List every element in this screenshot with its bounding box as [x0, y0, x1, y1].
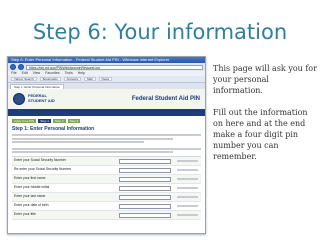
agency-line: STUDENT AID [28, 98, 55, 103]
help-text [177, 178, 198, 180]
menu-help[interactable]: Help [78, 71, 85, 76]
address-bar: https://pin.ed.gov/PINWebApp/pinRequest.… [8, 63, 205, 71]
menu-view[interactable]: View [33, 71, 41, 76]
form-label: Enter your last name [14, 194, 46, 199]
title-input[interactable] [119, 212, 171, 218]
toolbar-mail[interactable]: Mail [84, 77, 96, 81]
help-text [177, 214, 198, 216]
toolbar-bookmarks[interactable]: Bookmarks [39, 77, 61, 81]
note-paragraph: This page will ask you for your personal… [213, 64, 317, 95]
form-row: Enter your Social Security Number [12, 157, 201, 166]
date-of-birth-input[interactable] [119, 203, 171, 209]
form-label: Enter your date of birth [14, 203, 49, 208]
agency-logo[interactable]: FEDERAL STUDENT AID [28, 94, 55, 103]
help-text [177, 187, 198, 189]
help-text [177, 196, 198, 198]
toolbar-news[interactable]: News [98, 77, 113, 81]
menu-favorites[interactable]: Favorites [45, 71, 59, 76]
ssn-input[interactable] [119, 158, 171, 164]
menu-edit[interactable]: Edit [22, 71, 28, 76]
instructions-line [12, 147, 201, 150]
form-row: Enter your middle initial [12, 184, 201, 193]
browser-screenshot: Step 6: Enter Personal Information - Fed… [7, 56, 206, 234]
toolbar-search[interactable]: Yahoo! Search [11, 77, 37, 81]
note-paragraph: Fill out the information on here and at … [213, 108, 308, 161]
instructions-line [12, 151, 173, 153]
step-tab[interactable]: Step 2 [52, 119, 66, 123]
form-row: Enter your title [12, 211, 201, 220]
form-row: Enter your last name [12, 193, 201, 202]
help-text [177, 205, 198, 207]
toolbar: Yahoo! Search Bookmarks Answers Mail New… [8, 76, 205, 83]
form-row: Enter your first name [12, 175, 201, 184]
step-tab[interactable]: Step 3 [67, 119, 81, 123]
form-label: Enter your middle initial [14, 185, 50, 190]
instructions-line [12, 134, 201, 136]
form-row: Re-enter your Social Security Number [12, 166, 201, 175]
step-tabs: Apply for a PIN Step 1 Step 2 Step 3 [12, 119, 201, 123]
pin-site-title: Federal Student Aid PIN [131, 96, 200, 102]
ssn-confirm-input[interactable] [119, 167, 171, 173]
step-heading: Step 1: Enter Personal Information [12, 126, 95, 132]
tab-current[interactable]: Step 1: Enter Personal Information [10, 84, 65, 89]
first-name-input[interactable] [119, 176, 171, 182]
middle-initial-input[interactable] [119, 185, 171, 191]
page-content: Apply for a PIN Step 1 Step 2 Step 3 Ste… [8, 116, 205, 220]
last-name-input[interactable] [119, 194, 171, 200]
url-field[interactable]: https://pin.ed.gov/PINWebApp/pinRequest.… [26, 64, 203, 70]
help-text [177, 169, 198, 171]
seal-icon [13, 93, 25, 105]
form-label: Re-enter your Social Security Number [14, 167, 72, 172]
help-text [177, 160, 198, 162]
personal-info-form: Enter your Social Security Number Re-ent… [12, 156, 201, 220]
instructions-line [12, 141, 145, 143]
instructions-line [12, 137, 173, 140]
slide-title: Step 6: Your information [32, 20, 288, 44]
toolbar-answers[interactable]: Answers [63, 77, 82, 81]
step-tab[interactable]: Apply for a PIN [12, 119, 37, 123]
form-label: Enter your Social Security Number [14, 158, 67, 163]
step-tab-current[interactable]: Step 1 [38, 119, 51, 123]
menu-file[interactable]: File [11, 71, 17, 76]
forward-icon[interactable] [18, 64, 24, 70]
form-label: Enter your first name [14, 176, 46, 181]
back-icon[interactable] [10, 64, 16, 70]
form-row: Enter your date of birth [12, 202, 201, 211]
site-header: FEDERAL STUDENT AID Federal Student Aid … [8, 89, 205, 111]
menu-tools[interactable]: Tools [65, 71, 73, 76]
form-label: Enter your title [14, 212, 36, 217]
slide-notes: This page will ask you for your personal… [213, 63, 317, 173]
